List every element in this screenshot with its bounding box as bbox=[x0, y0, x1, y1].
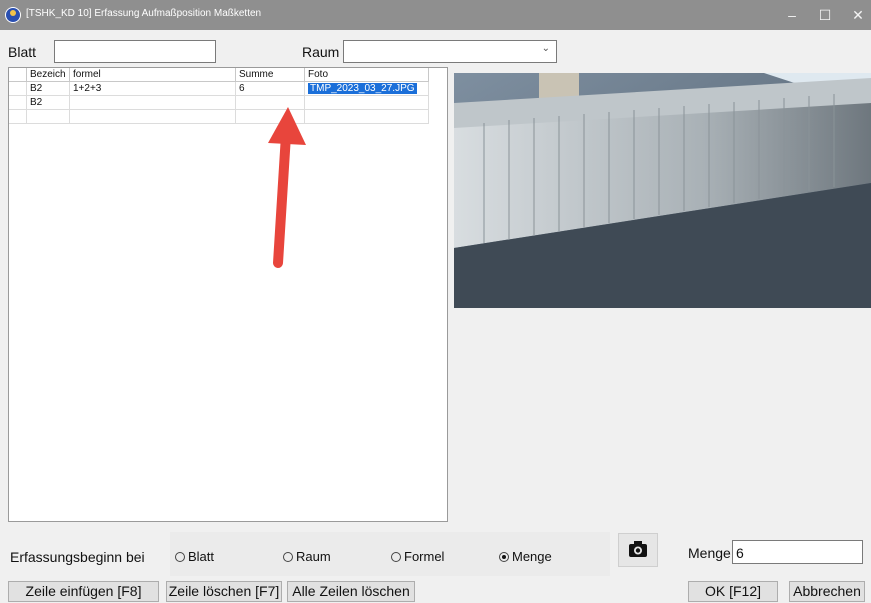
measurement-grid[interactable]: Bezeich formel Summe Foto B2 1+2+3 6 TMP… bbox=[8, 67, 448, 522]
annotation-arrow bbox=[268, 107, 306, 268]
cell-foto[interactable] bbox=[305, 96, 429, 110]
radio-raum[interactable]: Raum bbox=[283, 549, 331, 564]
radio-circle bbox=[283, 552, 293, 562]
radio-circle-checked bbox=[499, 552, 509, 562]
radio-formel[interactable]: Formel bbox=[391, 549, 444, 564]
app-icon bbox=[5, 7, 21, 23]
delete-all-rows-button[interactable]: Alle Zeilen löschen bbox=[287, 581, 415, 602]
maximize-icon[interactable]: ☐ bbox=[808, 0, 842, 30]
cell-formel[interactable] bbox=[70, 110, 236, 124]
cancel-button[interactable]: Abbrechen bbox=[789, 581, 865, 602]
close-icon[interactable]: ✕ bbox=[841, 0, 871, 30]
camera-button[interactable] bbox=[618, 533, 658, 567]
camera-icon bbox=[629, 541, 647, 557]
radio-menge[interactable]: Menge bbox=[499, 549, 552, 564]
row-header-corner bbox=[9, 68, 27, 82]
insert-row-button[interactable]: Zeile einfügen [F8] bbox=[8, 581, 159, 602]
row-header[interactable] bbox=[9, 110, 27, 124]
radio-blatt[interactable]: Blatt bbox=[175, 549, 214, 564]
radio-circle bbox=[391, 552, 401, 562]
column-header-bezeich[interactable]: Bezeich bbox=[27, 68, 70, 82]
cell-formel[interactable] bbox=[70, 96, 236, 110]
erfassungsbeginn-label: Erfassungsbeginn bei bbox=[10, 549, 145, 565]
cell-formel[interactable]: 1+2+3 bbox=[70, 82, 236, 96]
radio-circle bbox=[175, 552, 185, 562]
chevron-down-icon[interactable]: ⌄ bbox=[542, 43, 550, 54]
raum-label: Raum bbox=[302, 44, 340, 60]
cell-foto[interactable]: TMP_2023_03_27.JPG bbox=[305, 82, 429, 96]
minimize-icon[interactable]: – bbox=[775, 0, 809, 30]
cell-bezeich[interactable]: B2 bbox=[27, 96, 70, 110]
row-header[interactable] bbox=[9, 96, 27, 110]
blatt-input[interactable] bbox=[54, 40, 216, 63]
cell-foto-selected-text: TMP_2023_03_27.JPG bbox=[308, 83, 417, 94]
column-header-summe[interactable]: Summe bbox=[236, 68, 305, 82]
delete-row-button[interactable]: Zeile löschen [F7] bbox=[166, 581, 282, 602]
cell-bezeich[interactable]: B2 bbox=[27, 82, 70, 96]
column-header-foto[interactable]: Foto bbox=[305, 68, 429, 82]
row-header[interactable] bbox=[9, 82, 27, 96]
blatt-label: Blatt bbox=[8, 44, 37, 60]
menge-input[interactable]: 6 bbox=[732, 540, 863, 564]
column-header-formel[interactable]: formel bbox=[70, 68, 236, 82]
photo-preview bbox=[454, 73, 871, 308]
cell-summe[interactable]: 6 bbox=[236, 82, 305, 96]
cell-bezeich[interactable] bbox=[27, 110, 70, 124]
ok-button[interactable]: OK [F12] bbox=[688, 581, 778, 602]
window-title: [TSHK_KD 10] Erfassung Aufmaßposition Ma… bbox=[26, 8, 262, 19]
title-bar: [TSHK_KD 10] Erfassung Aufmaßposition Ma… bbox=[0, 0, 871, 30]
menge-label: Menge bbox=[688, 545, 731, 561]
cell-foto[interactable] bbox=[305, 110, 429, 124]
raum-select[interactable]: ⌄ bbox=[343, 40, 557, 63]
menge-input-value: 6 bbox=[736, 545, 744, 561]
